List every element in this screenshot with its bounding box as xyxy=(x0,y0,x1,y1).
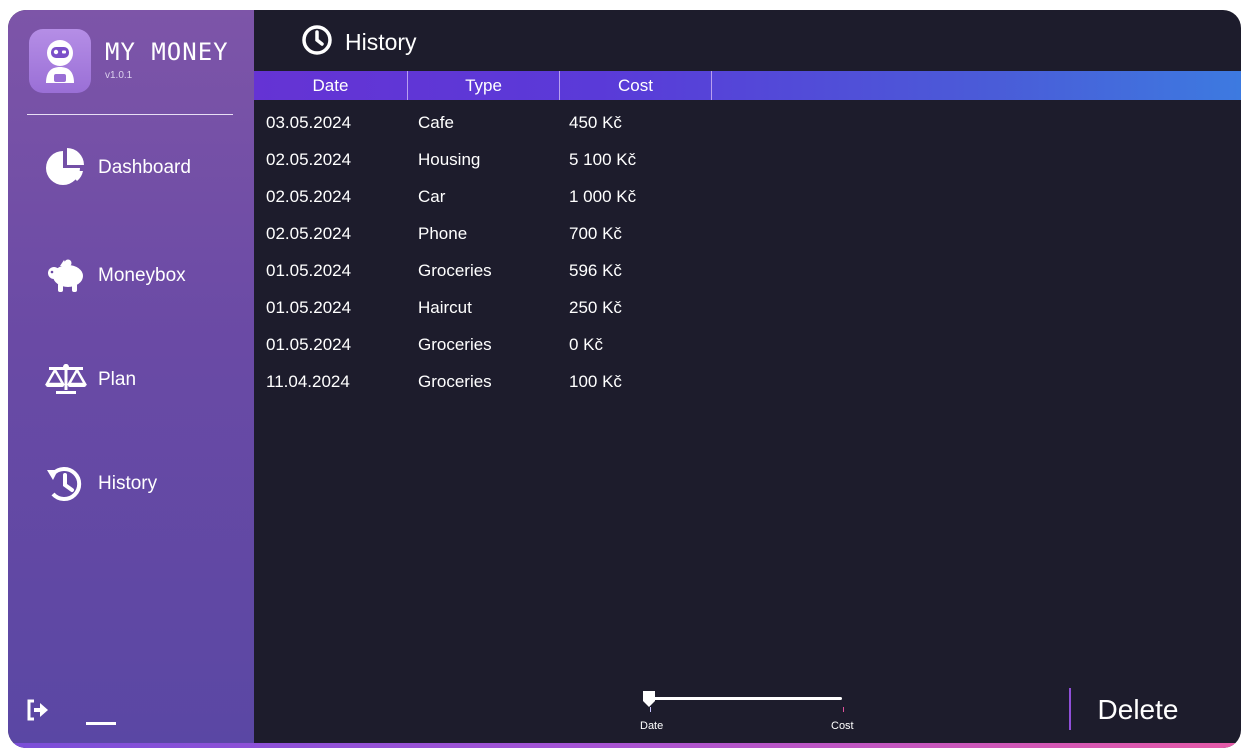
delete-button[interactable]: Delete xyxy=(1078,690,1198,730)
delete-divider xyxy=(1069,688,1071,730)
app-window: MY MONEY v1.0.1 Dashboard Moneybox Plan … xyxy=(8,10,1241,748)
date-cell: 01.05.2024 xyxy=(266,335,352,354)
cost-cell: 100 Kč xyxy=(569,372,622,391)
column-header-cost[interactable]: Cost xyxy=(560,71,711,100)
date-cell: 01.05.2024 xyxy=(266,261,352,280)
cost-cell: 596 Kč xyxy=(569,261,622,280)
type-cell: Housing xyxy=(418,150,481,169)
column-header-date[interactable]: Date xyxy=(254,71,407,100)
table-row[interactable]: 11.04.2024 Groceries 100 Kč xyxy=(254,364,1241,401)
date-cell: 02.05.2024 xyxy=(266,187,352,206)
table-row[interactable]: 02.05.2024 Housing 5 100 Kč xyxy=(254,142,1241,179)
table-row[interactable]: 02.05.2024 Phone 700 Kč xyxy=(254,216,1241,253)
type-cell: Phone xyxy=(418,224,468,243)
table-row[interactable]: 01.05.2024 Groceries 0 Kč xyxy=(254,327,1241,364)
cost-cell: 1 000 Kč xyxy=(569,187,637,206)
date-cell: 01.05.2024 xyxy=(266,298,352,317)
column-divider xyxy=(711,71,712,100)
slider-thumb[interactable] xyxy=(642,690,656,713)
table-row[interactable]: 01.05.2024 Groceries 596 Kč xyxy=(254,253,1241,290)
sidebar-item-dashboard[interactable]: Dashboard xyxy=(44,146,191,190)
type-cell: Haircut xyxy=(418,298,472,317)
bottom-accent-strip xyxy=(8,743,1241,748)
type-cell: Groceries xyxy=(418,372,492,391)
slider-label-date: Date xyxy=(640,720,664,732)
table-header: Date Type Cost xyxy=(254,71,1241,100)
type-cell: Car xyxy=(418,187,446,206)
date-cell: 02.05.2024 xyxy=(266,224,352,243)
sort-slider[interactable]: Date Cost xyxy=(640,690,860,740)
pie-chart-icon xyxy=(44,148,92,188)
minimize-icon[interactable] xyxy=(86,707,116,727)
app-title: MY MONEY xyxy=(105,38,229,66)
sidebar-item-label: Moneybox xyxy=(98,265,186,286)
cost-cell: 5 100 Kč xyxy=(569,150,637,169)
robot-icon xyxy=(29,29,91,93)
piggy-bank-icon xyxy=(44,256,92,296)
sidebar-item-label: Dashboard xyxy=(98,157,191,178)
sidebar-item-history[interactable]: History xyxy=(44,462,157,506)
date-cell: 03.05.2024 xyxy=(266,113,352,132)
clock-icon xyxy=(301,24,333,61)
table-row[interactable]: 01.05.2024 Haircut 250 Kč xyxy=(254,290,1241,327)
cost-cell: 450 Kč xyxy=(569,113,622,132)
sidebar: MY MONEY v1.0.1 Dashboard Moneybox Plan … xyxy=(8,10,254,748)
type-cell: Cafe xyxy=(418,113,454,132)
page-title: History xyxy=(345,28,417,55)
app-version: v1.0.1 xyxy=(105,70,133,81)
date-cell: 02.05.2024 xyxy=(266,150,352,169)
sidebar-item-plan[interactable]: Plan xyxy=(44,358,136,402)
history-icon xyxy=(44,464,92,504)
type-cell: Groceries xyxy=(418,261,492,280)
cost-cell: 0 Kč xyxy=(569,335,604,354)
sidebar-divider xyxy=(27,114,233,115)
slider-track[interactable] xyxy=(650,697,842,700)
column-header-type[interactable]: Type xyxy=(408,71,559,100)
table-row[interactable]: 02.05.2024 Car 1 000 Kč xyxy=(254,179,1241,216)
slider-tick-date xyxy=(650,707,651,712)
slider-label-cost: Cost xyxy=(831,720,854,732)
sidebar-item-label: Plan xyxy=(98,369,137,390)
slider-tick-cost xyxy=(843,707,844,712)
sidebar-item-label: History xyxy=(98,473,158,494)
type-cell: Groceries xyxy=(418,335,492,354)
cost-cell: 250 Kč xyxy=(569,298,622,317)
date-cell: 11.04.2024 xyxy=(266,372,350,391)
logout-icon[interactable] xyxy=(26,698,50,727)
table-row[interactable]: 03.05.2024 Cafe 450 Kč xyxy=(254,105,1241,142)
scale-icon xyxy=(44,360,92,400)
sidebar-item-moneybox[interactable]: Moneybox xyxy=(44,254,186,298)
cost-cell: 700 Kč xyxy=(569,224,622,243)
page-header: History xyxy=(301,22,417,62)
